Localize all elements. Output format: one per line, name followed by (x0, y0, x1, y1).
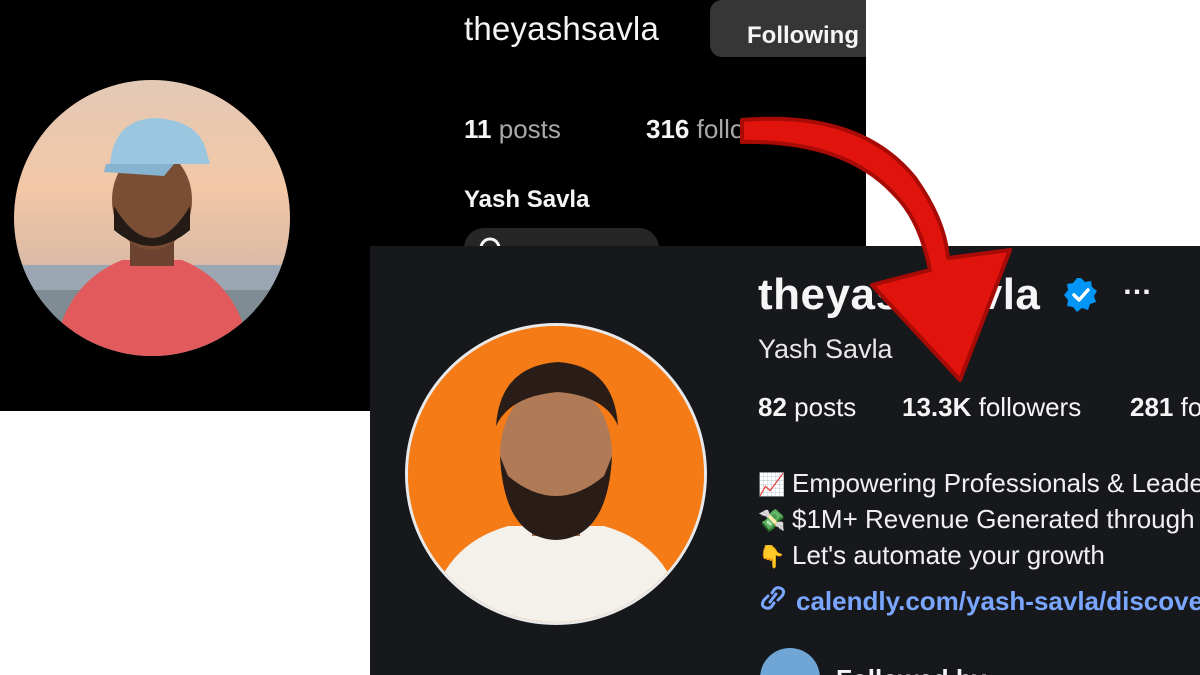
pointing-down-icon: 👇 (758, 544, 786, 569)
bio-line-3: 👇 Let's automate your growth (758, 540, 1105, 571)
new-profile-username: theyashsavla (758, 270, 1041, 319)
bio-text-1: Empowering Professionals & Leaders (792, 468, 1200, 498)
mutual-follower-avatar[interactable] (760, 648, 820, 675)
person-photo-icon (408, 326, 704, 622)
new-followers-stat[interactable]: 13.3K followers (902, 392, 1081, 423)
person-photo-icon (14, 118, 290, 356)
old-profile-name: Yash Savla (464, 186, 590, 213)
bio-line-1: 📈 Empowering Professionals & Leaders (758, 468, 1200, 499)
new-followers-label: followers (978, 392, 1082, 422)
new-following-count: 281 (1130, 392, 1174, 422)
old-followers-label: followers (696, 114, 800, 144)
new-profile-avatar[interactable] (408, 326, 704, 622)
following-button[interactable]: Following (710, 0, 866, 57)
profile-link[interactable]: calendly.com/yash-savla/discovery (758, 586, 1200, 617)
chart-increasing-icon: 📈 (758, 472, 786, 497)
new-followers-count: 13.3K (902, 392, 972, 422)
profile-link-text: calendly.com/yash-savla/discovery (796, 586, 1200, 616)
verified-badge-icon (1064, 278, 1097, 312)
new-following-stat[interactable]: 281 following (1130, 392, 1200, 423)
new-following-label: following (1180, 392, 1200, 422)
old-profile-username: theyashsavla (464, 10, 660, 47)
new-posts-count: 82 (758, 392, 787, 422)
bio-text-3: Let's automate your growth (792, 540, 1105, 570)
more-options-icon[interactable]: … (1122, 268, 1153, 302)
old-profile-avatar[interactable] (14, 80, 290, 356)
bio-line-2: 💸 $1M+ Revenue Generated through (758, 504, 1195, 535)
old-followers-stat[interactable]: 316 followers (646, 114, 799, 145)
new-profile-fullname: Yash Savla (758, 334, 893, 364)
money-with-wings-icon: 💸 (758, 508, 786, 533)
mutual-followers-text[interactable]: Followed by (836, 664, 986, 675)
new-posts-label: posts (794, 392, 857, 422)
old-posts-count: 11 (464, 114, 492, 144)
new-profile-panel: theyashsavla … Yash Savla 82 posts 13.3K… (370, 246, 1200, 675)
old-posts-label: posts (498, 114, 561, 144)
old-followers-count: 316 (646, 114, 690, 144)
link-icon (760, 586, 786, 610)
bio-text-2: $1M+ Revenue Generated through (792, 504, 1195, 534)
old-posts-stat[interactable]: 11 posts (464, 114, 561, 145)
new-posts-stat[interactable]: 82 posts (758, 392, 856, 423)
